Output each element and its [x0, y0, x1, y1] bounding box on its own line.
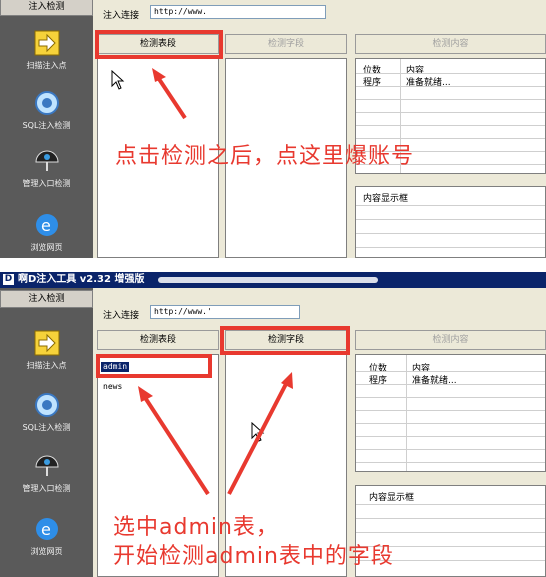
grid-divider: [356, 449, 545, 450]
url-input[interactable]: http://www.': [150, 305, 300, 319]
sidebar-header: 注入检测: [0, 290, 93, 308]
grid-divider: [356, 532, 545, 533]
grid-divider: [356, 86, 545, 87]
content-display-title: 内容显示框: [369, 493, 415, 503]
sidebar-item-scan[interactable]: 扫描注入点: [0, 330, 93, 371]
content-display-title: 内容显示框: [363, 194, 409, 204]
gear-globe-icon: [34, 91, 59, 115]
content-display-box[interactable]: 内容显示框: [355, 186, 546, 258]
ie-globe-icon: e: [35, 518, 58, 540]
app-icon: D: [3, 274, 14, 285]
sidebar-item-browse[interactable]: e 浏览网页: [0, 516, 93, 557]
arrow-right-icon: [34, 30, 59, 56]
mouse-cursor-icon: [251, 422, 265, 442]
grid-divider: [356, 73, 545, 74]
sidebar-item-label: 扫描注入点: [26, 61, 67, 70]
gear-globe-icon: [34, 393, 59, 417]
sidebar-item-admin[interactable]: 管理入口检测: [0, 453, 93, 494]
sidebar-item-label: SQL注入检测: [22, 121, 71, 130]
sidebar-item-label: 管理入口检测: [22, 484, 71, 493]
highlight-box: [220, 326, 350, 355]
svg-text:e: e: [41, 216, 51, 235]
sidebar-item-label: 浏览网页: [30, 547, 63, 556]
grid-divider: [406, 355, 407, 471]
sidebar: 注入检测 扫描注入点 SQL注入检测 管理入口检测 e 浏览网页: [0, 288, 93, 577]
bottom-screenshot: D 啊D注入工具 v2.32 增强版 注入检测 扫描注入点 SQL注入检测 管理…: [0, 272, 546, 577]
arrow-right-icon: [34, 330, 59, 356]
annotation-text: 选中admin表，: [113, 515, 279, 540]
url-label: 注入连接: [103, 11, 140, 21]
grid-divider: [356, 436, 545, 437]
grid-divider: [356, 397, 545, 398]
grid-divider: [356, 462, 545, 463]
sidebar: 注入检测 扫描注入点 SQL注入检测 管理入口检测 e 浏览网页: [0, 0, 93, 258]
sidebar-item-label: 管理入口检测: [22, 179, 71, 188]
grid-divider: [356, 205, 545, 206]
grid-divider: [356, 504, 545, 505]
url-input[interactable]: http://www.: [150, 5, 326, 19]
list-item[interactable]: news: [101, 382, 124, 392]
sidebar-item-browse[interactable]: e 浏览网页: [0, 212, 93, 253]
grid-divider: [356, 247, 545, 248]
sidebar-item-sql[interactable]: SQL注入检测: [0, 392, 93, 433]
sidebar-item-sql[interactable]: SQL注入检测: [0, 90, 93, 131]
annotation-text: 开始检测admin表中的字段: [113, 544, 394, 569]
sidebar-item-scan[interactable]: 扫描注入点: [0, 30, 93, 71]
umbrella-icon: [34, 455, 59, 476]
detect-content-button[interactable]: 检测内容: [355, 34, 546, 54]
detect-tables-button[interactable]: 检测表段: [97, 330, 219, 350]
redacted-bar: [158, 277, 378, 283]
top-screenshot: 注入检测 扫描注入点 SQL注入检测 管理入口检测 e 浏览网页 注入连接 ht…: [0, 0, 546, 258]
umbrella-icon: [34, 150, 59, 171]
results-grid[interactable]: 位数 内容 程序 准备就绪...: [355, 354, 546, 472]
sidebar-item-admin[interactable]: 管理入口检测: [0, 148, 93, 189]
ie-globe-icon: e: [35, 214, 58, 236]
grid-divider: [356, 384, 545, 385]
detect-fields-button[interactable]: 检测字段: [225, 34, 347, 54]
grid-divider: [356, 125, 545, 126]
highlight-box: [96, 354, 212, 378]
sidebar-item-label: 扫描注入点: [26, 361, 67, 370]
sidebar-header: 注入检测: [0, 0, 93, 16]
detect-content-button[interactable]: 检测内容: [355, 330, 546, 350]
highlight-box: [95, 30, 223, 59]
mouse-cursor-icon: [111, 70, 125, 90]
title-bar: D 啊D注入工具 v2.32 增强版: [0, 272, 546, 288]
annotation-text: 点击检测之后，点这里爆账号: [115, 144, 415, 169]
grid-divider: [356, 99, 545, 100]
svg-text:e: e: [41, 520, 51, 539]
grid-divider: [356, 112, 545, 113]
grid-divider: [356, 423, 545, 424]
window-title: 啊D注入工具 v2.32 增强版: [18, 274, 145, 285]
grid-divider: [356, 219, 545, 220]
sidebar-item-label: SQL注入检测: [22, 423, 71, 432]
grid-divider: [356, 233, 545, 234]
grid-divider: [356, 410, 545, 411]
url-label: 注入连接: [103, 311, 140, 321]
grid-divider: [356, 371, 545, 372]
grid-divider: [356, 518, 545, 519]
sidebar-item-label: 浏览网页: [30, 243, 63, 252]
